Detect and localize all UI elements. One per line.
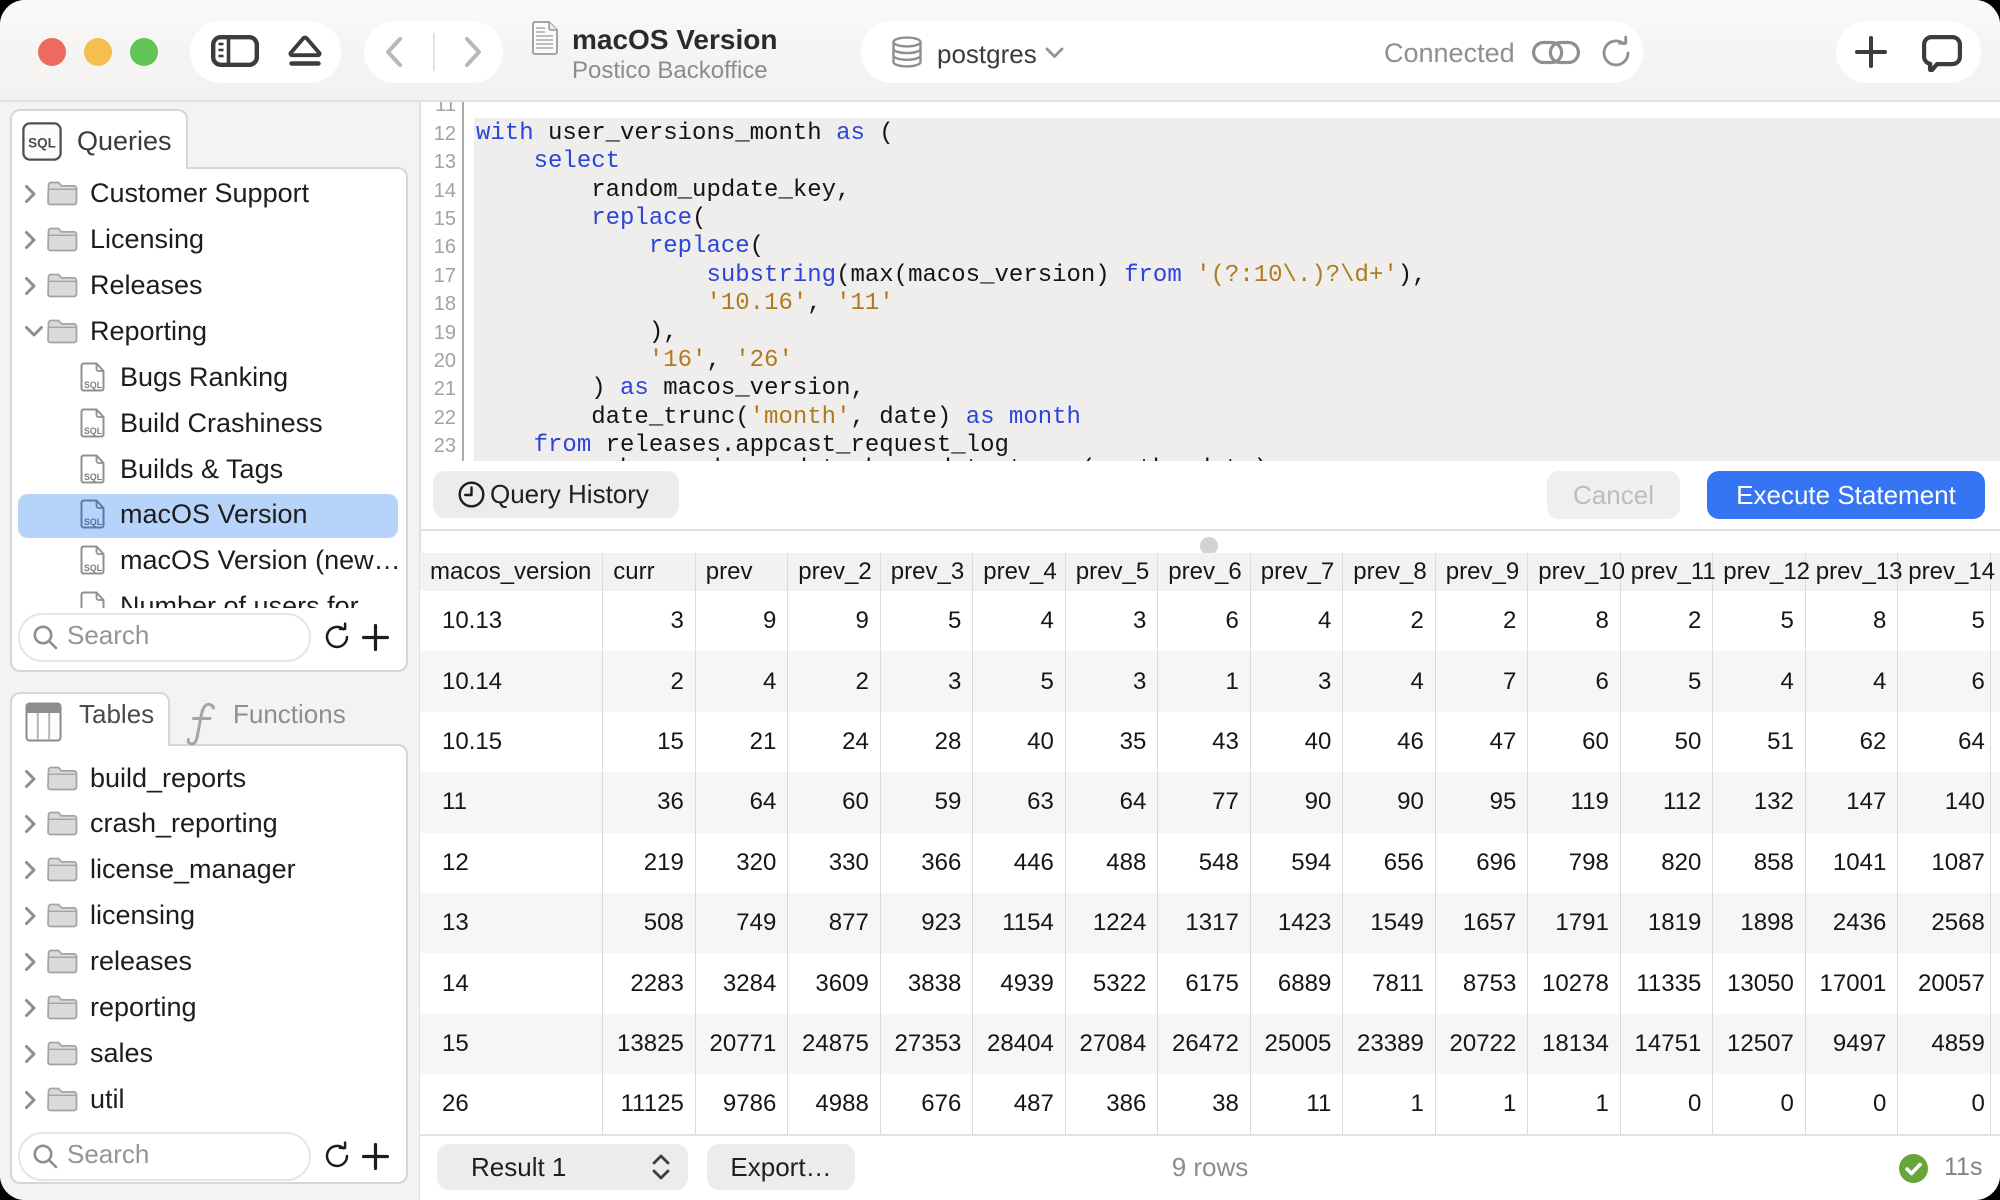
svg-text:SQL: SQL	[84, 472, 103, 482]
svg-text:SQL: SQL	[84, 517, 103, 527]
svg-text:SQL: SQL	[84, 426, 103, 436]
svg-text:SQL: SQL	[84, 380, 103, 390]
svg-text:SQL: SQL	[84, 563, 103, 573]
svg-text:SQL: SQL	[28, 136, 56, 151]
